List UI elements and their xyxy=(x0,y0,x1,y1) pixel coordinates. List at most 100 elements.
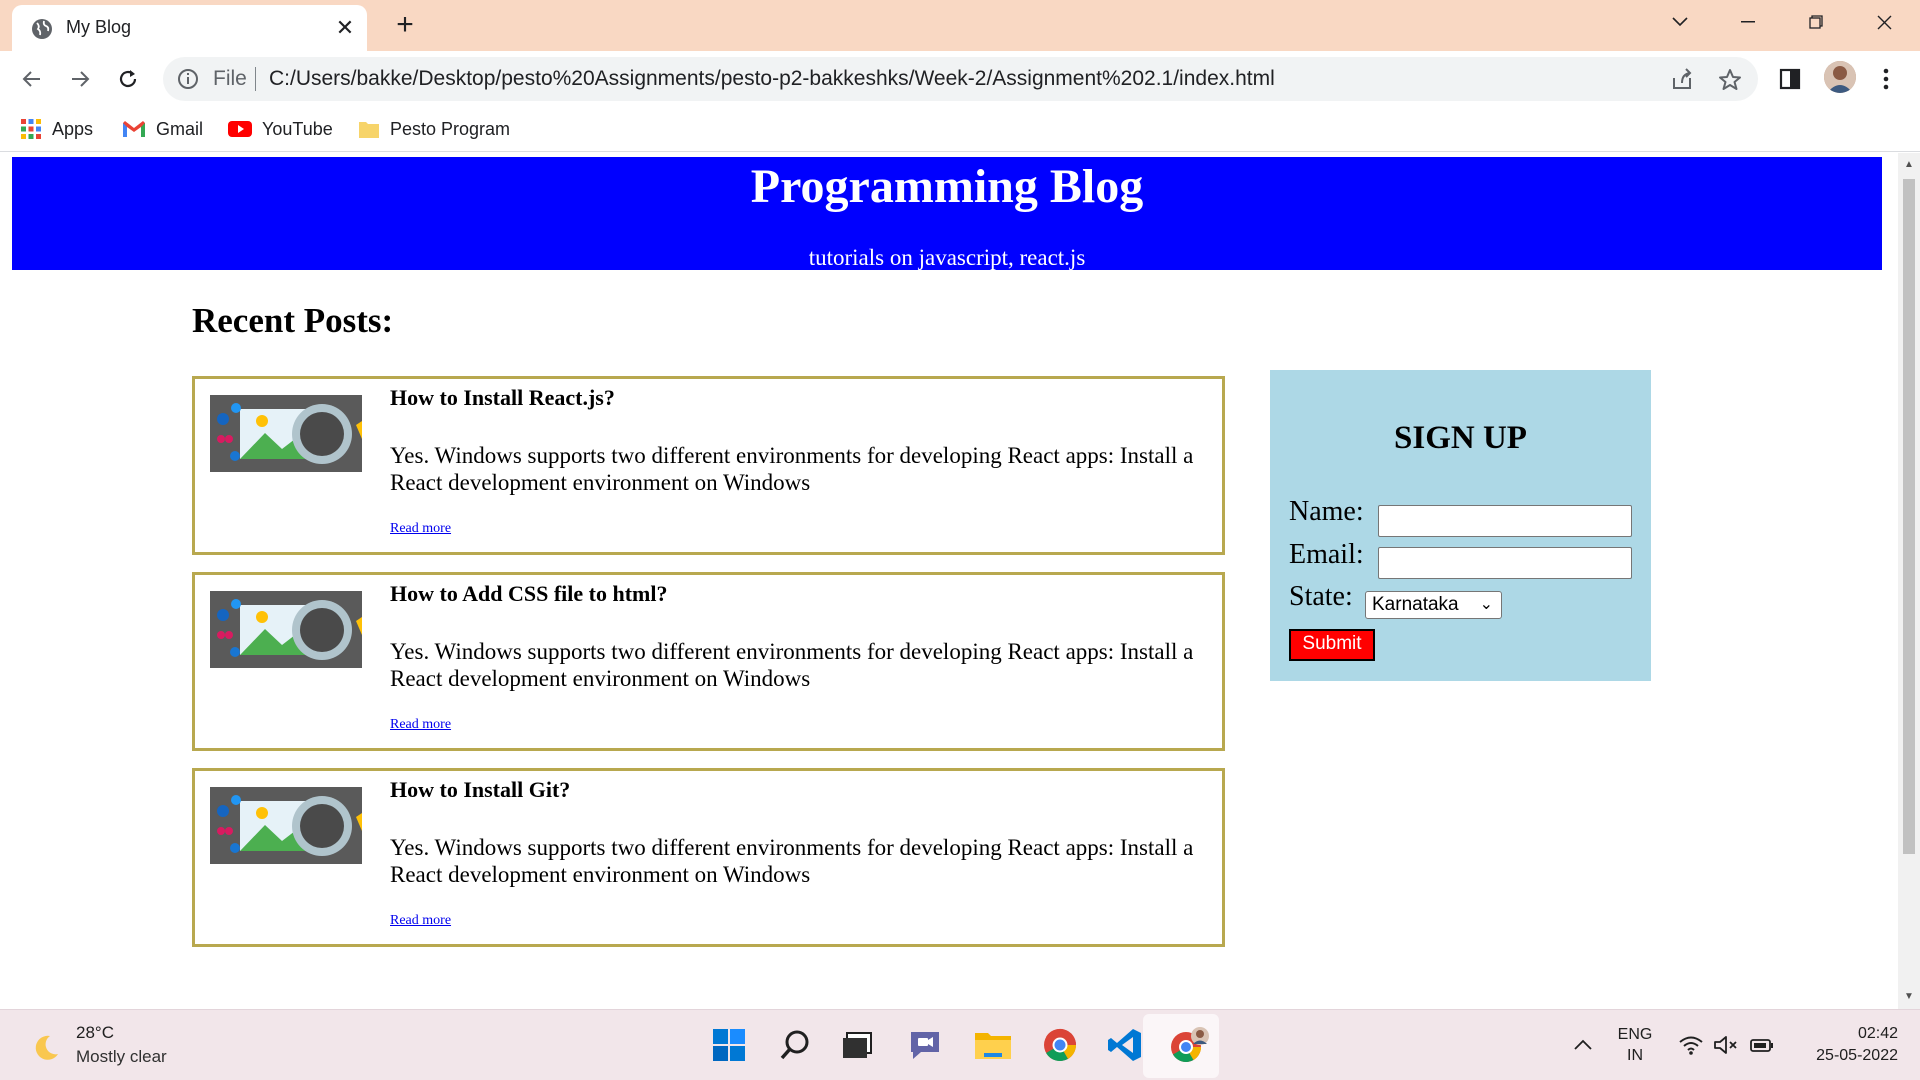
browser-tab[interactable]: My Blog ✕ xyxy=(12,5,367,51)
clock-date: 25-05-2022 xyxy=(1816,1047,1898,1064)
url-scheme-label: File xyxy=(213,67,247,90)
read-more-link[interactable]: Read more xyxy=(390,913,451,929)
page-viewport: Programming Blog tutorials on javascript… xyxy=(0,153,1898,1009)
menu-kebab-icon[interactable] xyxy=(1872,65,1900,93)
email-field[interactable] xyxy=(1378,547,1632,579)
moon-weather-icon[interactable] xyxy=(28,1030,64,1066)
wifi-icon[interactable] xyxy=(1678,1034,1704,1056)
forward-button[interactable] xyxy=(64,63,96,95)
bookmark-label: Apps xyxy=(52,118,94,139)
email-label: Email: xyxy=(1289,539,1364,570)
close-window-button[interactable] xyxy=(1852,0,1916,44)
scrollbar-thumb[interactable] xyxy=(1903,179,1915,854)
post-thumbnail-image xyxy=(210,591,362,668)
post-thumbnail-image xyxy=(210,395,362,472)
weather-temperature: 28°C xyxy=(76,1023,114,1042)
chrome-profile-icon xyxy=(1171,1027,1209,1063)
name-label: Name: xyxy=(1289,496,1364,527)
system-clock[interactable]: 02:42 25-05-2022 xyxy=(1790,1023,1898,1067)
chrome-taskbar-button[interactable] xyxy=(1039,1024,1081,1066)
post-excerpt: Yes. Windows supports two different envi… xyxy=(390,443,1194,495)
post-card: How to Install React.js? Yes. Windows su… xyxy=(192,376,1225,555)
bookmark-label: YouTube xyxy=(262,118,333,139)
apps-grid-icon xyxy=(21,119,41,139)
post-excerpt: Yes. Windows supports two different envi… xyxy=(390,835,1194,887)
name-field[interactable] xyxy=(1378,505,1632,537)
bookmark-pesto-program[interactable]: Pesto Program xyxy=(358,116,510,142)
blog-header: Programming Blog tutorials on javascript… xyxy=(12,157,1882,270)
reload-button[interactable] xyxy=(112,63,144,95)
language-code: ENG xyxy=(1617,1026,1653,1043)
task-view-button[interactable] xyxy=(836,1024,878,1066)
vscode-taskbar-button[interactable] xyxy=(1104,1024,1146,1066)
bookmark-youtube[interactable]: YouTube xyxy=(228,116,333,142)
scroll-down-icon[interactable]: ▼ xyxy=(1903,991,1915,1003)
chrome-profile-taskbar-button[interactable] xyxy=(1168,1024,1210,1066)
bookmark-label: Pesto Program xyxy=(390,118,511,139)
gmail-icon xyxy=(123,121,145,137)
bookmark-gmail[interactable]: Gmail xyxy=(122,116,203,142)
weather-description: Mostly clear xyxy=(76,1047,167,1066)
post-title: How to Install Git? xyxy=(390,777,571,802)
new-tab-button[interactable]: + xyxy=(390,10,420,41)
teams-chat-button[interactable] xyxy=(904,1024,946,1066)
chevron-down-icon: ⌄ xyxy=(1479,596,1493,613)
browser-toolbar: File C:/Users/bakke/Desktop/pesto%20Assi… xyxy=(0,51,1920,106)
search-icon xyxy=(780,1030,809,1060)
post-excerpt: Yes. Windows supports two different envi… xyxy=(390,639,1194,691)
file-explorer-button[interactable] xyxy=(972,1024,1014,1066)
read-more-link[interactable]: Read more xyxy=(390,521,451,537)
chat-icon xyxy=(911,1032,939,1059)
submit-button[interactable]: Submit xyxy=(1289,629,1375,661)
minimize-button[interactable] xyxy=(1716,0,1780,44)
input-language-indicator[interactable]: ENG IN xyxy=(1613,1024,1657,1066)
share-icon[interactable] xyxy=(1669,67,1695,93)
tab-strip: My Blog ✕ + xyxy=(0,0,1920,51)
post-card: How to Add CSS file to html? Yes. Window… xyxy=(192,572,1225,751)
state-label: State: xyxy=(1289,581,1353,612)
chrome-icon xyxy=(1044,1028,1077,1062)
bookmarks-bar: Apps Gmail YouTube Pesto Program xyxy=(0,106,1920,152)
start-button[interactable] xyxy=(708,1024,750,1066)
show-hidden-icons-icon[interactable] xyxy=(1572,1034,1594,1056)
site-info-icon[interactable] xyxy=(176,67,200,91)
folder-icon xyxy=(359,122,379,138)
blog-title: Programming Blog xyxy=(750,160,1144,213)
region-code: IN xyxy=(1627,1047,1643,1064)
globe-icon xyxy=(32,19,52,39)
back-button[interactable] xyxy=(16,63,48,95)
bookmark-apps[interactable]: Apps xyxy=(20,116,93,142)
bookmark-star-icon[interactable] xyxy=(1717,67,1743,93)
state-select[interactable]: Karnataka ⌄ xyxy=(1365,591,1502,619)
restore-button[interactable] xyxy=(1784,0,1848,44)
bookmark-label: Gmail xyxy=(156,118,204,139)
speaker-muted-icon[interactable] xyxy=(1713,1034,1739,1056)
windows-logo-icon xyxy=(713,1029,745,1061)
post-card: How to Install Git? Yes. Windows support… xyxy=(192,768,1225,947)
scroll-up-icon[interactable]: ▲ xyxy=(1903,159,1915,171)
search-taskbar-button[interactable] xyxy=(774,1024,816,1066)
read-more-link[interactable]: Read more xyxy=(390,717,451,733)
post-title: How to Install React.js? xyxy=(390,385,615,410)
state-selected-value: Karnataka xyxy=(1372,594,1459,615)
signup-title: SIGN UP xyxy=(1394,420,1527,456)
battery-icon[interactable] xyxy=(1749,1034,1775,1056)
blog-subtitle: tutorials on javascript, react.js xyxy=(808,245,1086,270)
address-bar[interactable]: File C:/Users/bakke/Desktop/pesto%20Assi… xyxy=(163,57,1758,101)
folder-icon xyxy=(975,1033,1011,1059)
url-divider xyxy=(255,67,256,91)
profile-avatar[interactable] xyxy=(1824,61,1856,93)
tab-search-icon[interactable] xyxy=(1648,0,1712,44)
tab-title: My Blog xyxy=(66,17,132,37)
signup-panel: SIGN UP Name: Email: State: Karnataka ⌄ … xyxy=(1270,370,1651,681)
url-text[interactable]: C:/Users/bakke/Desktop/pesto%20Assignmen… xyxy=(269,67,1275,91)
post-thumbnail-image xyxy=(210,787,362,864)
post-title: How to Add CSS file to html? xyxy=(390,581,668,606)
recent-posts-heading: Recent Posts: xyxy=(192,301,394,340)
youtube-icon xyxy=(228,121,252,137)
side-panel-icon[interactable] xyxy=(1776,65,1804,93)
clock-time: 02:42 xyxy=(1857,1025,1898,1042)
windows-taskbar: 28°C Mostly clear ENG IN 02:42 25-05-202… xyxy=(0,1009,1920,1080)
page-scrollbar[interactable]: ▲ ▼ xyxy=(1898,153,1920,1009)
tab-close-icon[interactable]: ✕ xyxy=(332,15,358,41)
